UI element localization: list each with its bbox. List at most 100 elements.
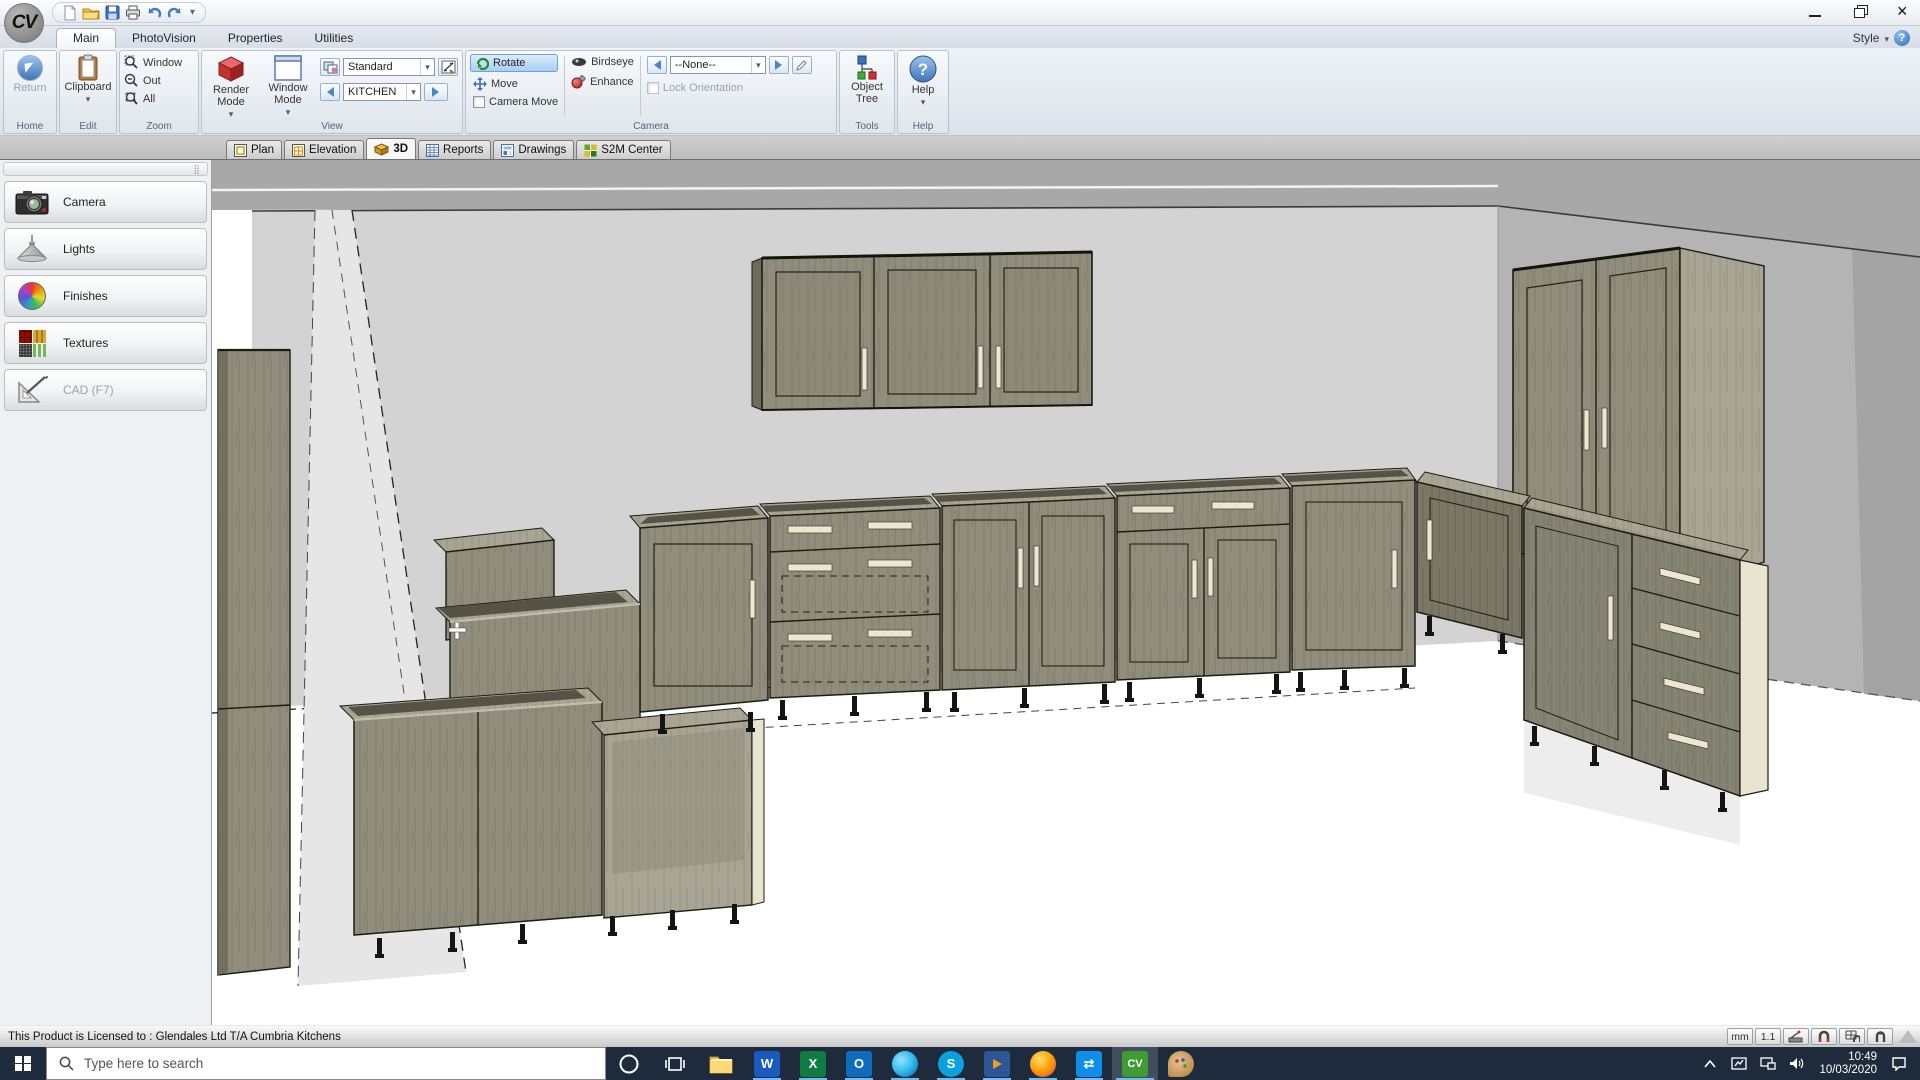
rotate-button[interactable]: Rotate [470,54,558,72]
qat-customize-icon[interactable]: ▾ [190,7,195,18]
room-prev-button[interactable] [320,83,340,101]
help-icon: ? [908,54,938,84]
open-folder-icon[interactable] [82,5,100,20]
object-tree-button[interactable]: Object Tree [844,54,890,105]
view-tab-3d[interactable]: 3D [366,138,416,159]
minimize-button[interactable] [1806,4,1824,20]
render-mode-icon [216,54,246,84]
taskbar-app-word[interactable]: W [744,1047,790,1080]
zoom-out-button[interactable]: Out [124,73,182,88]
orientation-prev-button[interactable] [647,56,667,74]
clock-date: 10/03/2020 [1819,1064,1877,1077]
endpoint-snap-button[interactable] [1867,1028,1893,1045]
zoom-window-button[interactable]: Window [124,55,182,70]
restore-button[interactable] [1850,4,1868,20]
taskbar-app-file-explorer[interactable] [698,1047,744,1080]
orientation-next-button[interactable] [769,56,789,74]
lock-orientation-checkbox[interactable]: Lock Orientation [647,82,812,94]
room-next-button[interactable] [424,83,448,101]
edge-icon [892,1051,918,1077]
tray-mail-icon[interactable] [1728,1057,1750,1070]
move-button[interactable]: Move [470,77,558,91]
sidebar-item-cad[interactable]: CAD (F7) [4,369,207,411]
taskbar-app-skype[interactable]: S [928,1047,974,1080]
taskbar-clock[interactable]: 10:49 10/03/2020 [1815,1051,1881,1077]
window-mode-button[interactable]: Window Mode [262,54,314,118]
help-button[interactable]: ? Help [908,54,938,108]
sidebar-item-camera[interactable]: Camera [4,181,207,223]
save-icon[interactable] [105,5,120,20]
taskbar-app-edge[interactable] [882,1047,928,1080]
view-style-select[interactable]: Standard [343,58,435,76]
taskbar-app-teamviewer[interactable]: ⇄ [1066,1047,1112,1080]
app-logo[interactable]: CV [4,3,44,43]
tab-photovision[interactable]: PhotoVision [116,29,212,48]
movies-tv-icon [984,1051,1010,1077]
tab-properties[interactable]: Properties [212,29,299,48]
zoom-window-icon [124,55,139,70]
view-tab-reports[interactable]: Reports [418,140,491,159]
view-tab-drawings[interactable]: Drawings [493,140,574,159]
sidebar-item-textures[interactable]: Textures [4,322,207,364]
svg-text:?: ? [918,60,928,79]
view-tab-elevation[interactable]: Elevation [284,140,364,159]
orientation-select[interactable]: --None-- [670,56,766,74]
tray-volume-icon[interactable] [1786,1057,1808,1070]
action-center-icon[interactable] [1888,1057,1910,1071]
new-file-icon[interactable] [63,5,77,21]
room-select[interactable]: KITCHEN [343,83,421,101]
clipboard-button[interactable]: Clipboard [64,54,111,105]
tray-chevron-up-icon[interactable] [1699,1060,1721,1068]
resize-grip[interactable] [1899,1030,1917,1043]
arrow-left-icon [322,87,334,97]
render-mode-button[interactable]: Render Mode [206,54,256,120]
zoom-all-icon [124,91,139,106]
camera-move-checkbox[interactable]: Camera Move [470,96,558,108]
style-help-icon[interactable]: ? [1894,30,1910,46]
print-icon[interactable] [125,5,141,20]
taskbar-app-movies-tv[interactable] [974,1047,1020,1080]
sidebar-item-lights[interactable]: Lights [4,228,207,270]
close-button[interactable] [1894,4,1912,20]
taskbar-app-outlook[interactable]: O [836,1047,882,1080]
orientation-edit-button[interactable] [792,56,812,74]
zoom-all-button[interactable]: All [124,91,182,106]
tab-utilities[interactable]: Utilities [299,29,370,48]
grid-snap-button[interactable] [1839,1028,1865,1045]
taskbar-search-input[interactable]: Type here to search [46,1047,606,1080]
taskbar-app-cortana[interactable] [606,1047,652,1080]
snap-magnet-button[interactable] [1811,1028,1837,1045]
units-indicator[interactable]: mm [1727,1028,1753,1045]
view-tab-s2m-center[interactable]: S2M Center [576,140,670,159]
style-selector[interactable]: Style ? [1853,30,1910,46]
clipboard-icon [77,54,99,81]
taskbar-app-cabinet-vision[interactable]: CV [1112,1047,1158,1080]
undo-icon[interactable] [146,5,162,20]
chevron-down-icon [1884,31,1889,45]
license-text: This Product is Licensed to : Glendales … [0,1031,341,1043]
scale-indicator[interactable]: 1.1 [1755,1028,1781,1045]
redo-icon[interactable] [167,5,183,20]
sidebar-grip[interactable]: ⣿ [3,162,208,176]
taskbar-app-paint-palette[interactable] [1158,1047,1204,1080]
group-help: ? Help Help [897,50,949,134]
dimension-settings-button[interactable] [438,58,458,76]
return-button[interactable]: Return [13,54,46,94]
start-button[interactable] [0,1047,46,1080]
tray-network-icon[interactable] [1757,1057,1779,1070]
kitchen-3d-view[interactable] [212,160,1920,1025]
birdseye-button[interactable]: Birdseye [571,56,634,68]
arrow-right-icon [775,60,787,70]
return-icon [16,54,44,82]
enhance-button[interactable]: Enhance [571,75,634,89]
task-view-button[interactable] [652,1047,698,1080]
tab-main[interactable]: Main [56,28,116,48]
dimension-icon [441,60,456,74]
cad-snap-button[interactable] [1783,1028,1809,1045]
sidebar-item-finishes[interactable]: Finishes [4,275,207,317]
view-tab-plan[interactable]: Plan [226,140,282,159]
view-style-icon-button[interactable] [320,58,340,76]
taskbar-app-excel[interactable]: X [790,1047,836,1080]
taskbar-app-firefox[interactable] [1020,1047,1066,1080]
cortana-icon [618,1053,640,1075]
